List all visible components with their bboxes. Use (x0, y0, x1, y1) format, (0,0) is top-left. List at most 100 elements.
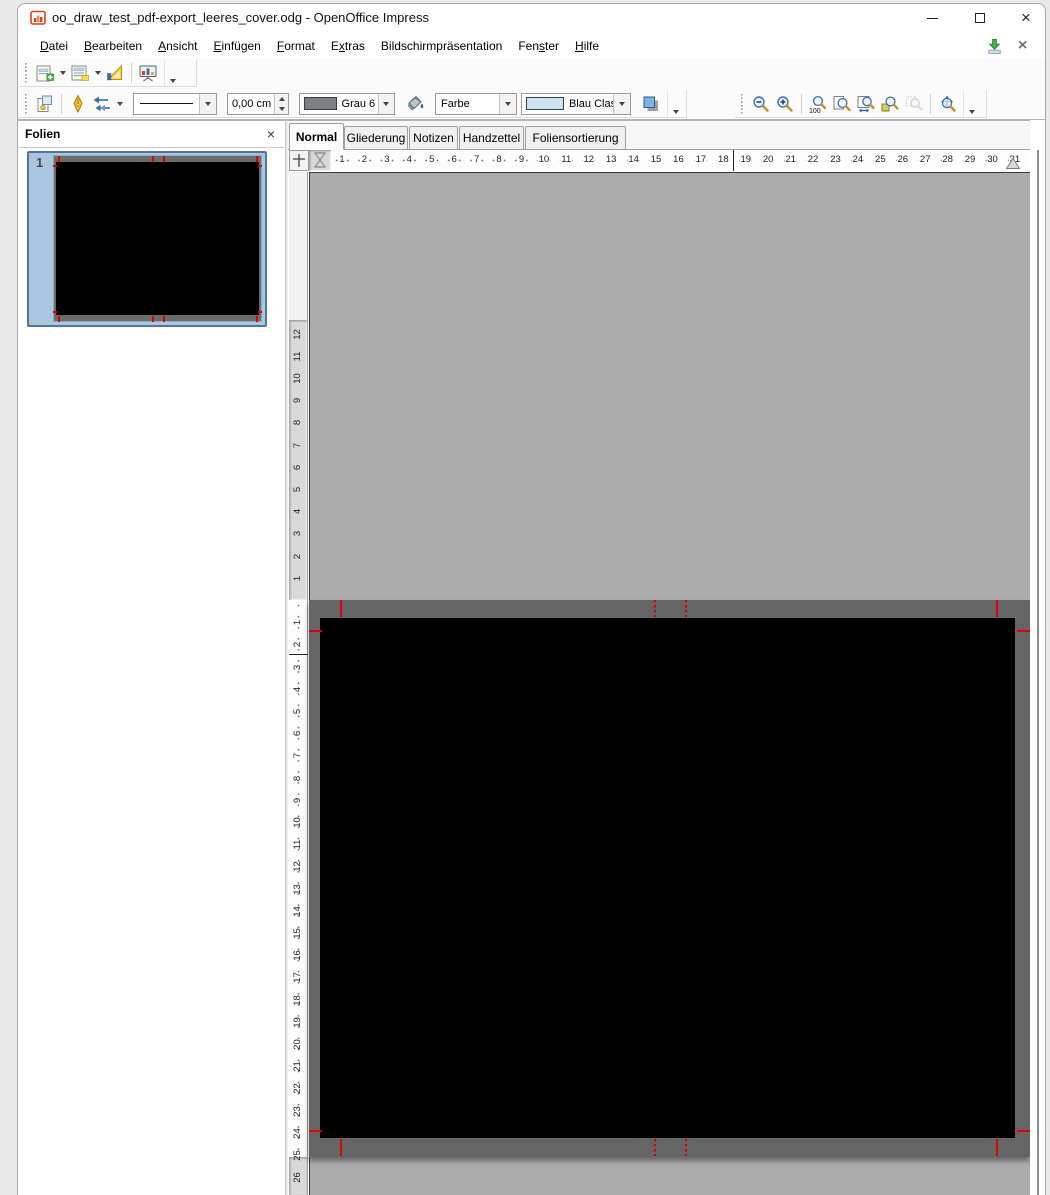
ruler-number: 7 (292, 437, 303, 454)
tab-gliederung[interactable]: Gliederung (344, 126, 408, 149)
ruler-number: 22 (807, 154, 820, 165)
spinner-arrows (274, 94, 288, 114)
tab-foliensortierung[interactable]: Foliensortierung (525, 126, 626, 149)
tab-normal[interactable]: Normal (289, 123, 344, 150)
close-button[interactable]: × (1010, 4, 1042, 32)
ruler-number: 1 (292, 614, 303, 631)
crop-mark (256, 156, 258, 162)
shadow-button[interactable] (639, 92, 663, 116)
zoom-optimal-button[interactable] (878, 92, 902, 116)
panel-close-icon[interactable]: × (267, 126, 275, 142)
right-indent-marker-icon[interactable] (1005, 157, 1021, 170)
new-slide-button[interactable] (33, 61, 57, 85)
ruler-number: 5 (292, 703, 303, 720)
maximize-button[interactable] (964, 4, 996, 32)
fill-color-select[interactable]: Blau Classic (521, 93, 631, 115)
ruler-number: 6 (451, 154, 458, 165)
arrow-style-button[interactable] (90, 92, 114, 116)
slide-show-button[interactable] (136, 61, 160, 85)
vertical-scrollbar[interactable] (1037, 150, 1039, 1195)
zoom-page-button[interactable] (830, 92, 854, 116)
panel-splitter[interactable] (285, 120, 288, 1195)
fill-type-select[interactable]: Farbe (435, 93, 517, 115)
minimize-button[interactable] (916, 4, 948, 32)
fill-color-dropdown[interactable] (613, 94, 630, 114)
menu-ansicht[interactable]: Ansicht (150, 36, 205, 56)
fill-color-swatch (526, 97, 564, 110)
arrow-style-dropdown[interactable] (114, 92, 125, 116)
menu-fenster[interactable]: Fenster (510, 36, 567, 56)
chevron-down-icon (205, 102, 211, 106)
close-document-icon[interactable]: × (1018, 39, 1027, 53)
chevron-down-icon (505, 102, 511, 106)
new-slide-dropdown[interactable] (57, 61, 68, 85)
spinner-down-button[interactable] (275, 104, 288, 114)
zoom-page-width-button[interactable] (854, 92, 878, 116)
menu-datei[interactable]: Datei (32, 36, 76, 56)
fill-type-dropdown[interactable] (499, 94, 516, 114)
ruler-number: 6 (292, 459, 303, 476)
zoom-out-button[interactable] (749, 92, 773, 116)
ruler-number: 2 (361, 154, 368, 165)
slide-layout-dropdown[interactable] (92, 61, 103, 85)
line-style-select[interactable] (133, 93, 217, 115)
close-icon: × (1021, 8, 1031, 28)
line-color-select[interactable]: Grau 6 (299, 93, 395, 115)
slide-design-button[interactable] (103, 61, 127, 85)
toolbar-separator (801, 94, 802, 114)
menu-einf-gen[interactable]: Einfügen (205, 36, 268, 56)
crop-mark (1017, 1130, 1030, 1132)
line-button[interactable] (66, 92, 90, 116)
zoom-selection-button[interactable] (902, 92, 926, 116)
ruler-number: 16 (292, 947, 303, 964)
ruler-origin-button[interactable] (289, 150, 309, 171)
zoom-in-button[interactable] (773, 92, 797, 116)
ruler-number: 8 (292, 770, 303, 787)
menu-extras[interactable]: Extras (323, 36, 373, 56)
horizontal-ruler[interactable]: 1234567891011121314151617181920212223242… (331, 150, 1030, 171)
line-width-spinner[interactable]: 0,00 cm (227, 93, 289, 115)
tab-handzettel[interactable]: Handzettel (459, 126, 524, 149)
indent-marker-icon[interactable] (313, 151, 327, 169)
pan-button[interactable] (935, 92, 959, 116)
line-style-dropdown[interactable] (199, 94, 216, 114)
ruler-number: 16 (672, 154, 685, 165)
ruler-number: 12 (292, 858, 303, 875)
toolbar-grip[interactable] (23, 94, 28, 114)
ruler-number: 14 (627, 154, 640, 165)
crop-mark (58, 156, 60, 162)
toolbar-grip[interactable] (23, 63, 28, 83)
tab-notizen[interactable]: Notizen (409, 126, 458, 149)
ruler-number: 11 (560, 154, 572, 165)
menu-bildschirmpr-sentation[interactable]: Bildschirmpräsentation (373, 36, 510, 56)
update-available-icon[interactable] (985, 37, 1004, 56)
area-button[interactable] (403, 92, 427, 116)
toolbar-overflow-button[interactable] (963, 91, 979, 117)
menu-bearbeiten[interactable]: Bearbeiten (76, 36, 150, 56)
toolbar-overflow-button[interactable] (164, 60, 180, 86)
menu-hilfe[interactable]: Hilfe (567, 36, 607, 56)
ruler-number: 4 (406, 154, 413, 165)
crop-mark (152, 316, 154, 322)
zoom-100-button[interactable]: 100 (806, 92, 830, 116)
toolbar-grip[interactable] (739, 94, 744, 114)
slide-black-rectangle[interactable] (320, 618, 1015, 1138)
line-width-value[interactable]: 0,00 cm (228, 94, 274, 114)
line-color-dropdown[interactable] (378, 94, 394, 114)
chevron-down-icon (383, 102, 389, 106)
spinner-up-button[interactable] (275, 94, 288, 104)
ruler-number: 11 (292, 836, 303, 853)
styles-button[interactable] (33, 92, 57, 116)
arrow-down-icon (279, 107, 285, 111)
window-title: oo_draw_test_pdf-export_leeres_cover.odg… (52, 10, 429, 25)
line-filling-toolbar-row: 0,00 cm Grau 6 Farbe Blau Classic (18, 89, 1045, 120)
ruler-number: 26 (896, 154, 909, 165)
ruler-number: 9 (518, 154, 525, 165)
menu-format[interactable]: Format (269, 36, 323, 56)
horizontal-ruler-margin[interactable] (309, 150, 331, 171)
toolbar-overflow-button[interactable] (667, 91, 683, 117)
slide-layout-button[interactable] (68, 61, 92, 85)
vertical-ruler-blank[interactable] (289, 172, 308, 320)
ruler-number: 25 (292, 1147, 303, 1164)
ruler-number: 15 (292, 925, 303, 942)
